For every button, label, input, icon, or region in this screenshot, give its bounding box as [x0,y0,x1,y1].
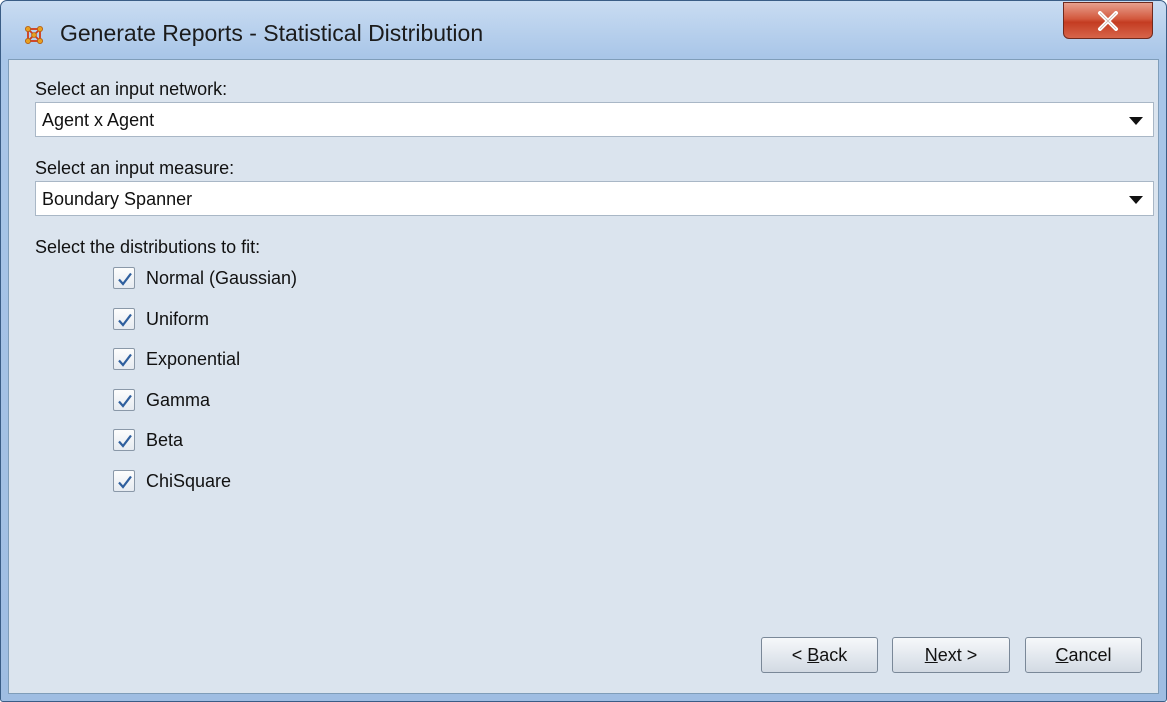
next-button-label: ext > [937,645,978,665]
dialog-window: Generate Reports - Statistical Distribut… [0,0,1167,702]
checkbox-box[interactable] [113,470,135,492]
next-button-mnemonic: N [924,645,938,665]
window-title: Generate Reports - Statistical Distribut… [60,20,484,46]
checkbox-label: Gamma [146,390,211,410]
back-button[interactable]: < Back [761,637,878,673]
measure-label: Select an input measure: [35,158,235,178]
network-select[interactable]: Agent x Agent [35,102,1154,137]
network-label: Select an input network: [35,79,228,99]
back-button-label: ack [819,645,848,665]
distributions-label: Select the distributions to fit: [35,237,261,257]
app-network-icon [24,25,44,45]
back-button-prefix: < [791,645,808,665]
chevron-down-icon[interactable] [1129,196,1143,204]
chevron-down-icon[interactable] [1129,117,1143,125]
checkmark-icon [118,475,132,489]
next-button[interactable]: Next > [892,637,1010,673]
checkbox-box[interactable] [113,267,135,289]
dialog-content: Select an input network: Agent x Agent S… [8,59,1159,694]
network-select-value: Agent x Agent [42,110,155,130]
cancel-button-mnemonic: C [1055,645,1069,665]
checkbox-label: Exponential [146,349,241,369]
close-icon [1098,11,1118,31]
close-button[interactable] [1063,2,1153,39]
back-button-mnemonic: B [807,645,820,665]
checkbox-label: ChiSquare [146,471,232,491]
measure-select-value: Boundary Spanner [42,189,193,209]
checkmark-icon [118,394,132,408]
checkbox-label: Uniform [146,309,210,329]
checkbox-label: Beta [146,430,184,450]
checkbox-box[interactable] [113,429,135,451]
checkmark-icon [118,434,132,448]
checkmark-icon [118,313,132,327]
checkmark-icon [118,272,132,286]
measure-select[interactable]: Boundary Spanner [35,181,1154,216]
cancel-button[interactable]: Cancel [1025,637,1142,673]
checkbox-label: Normal (Gaussian) [146,268,298,288]
checkbox-box[interactable] [113,308,135,330]
cancel-button-label: ancel [1068,645,1112,665]
checkbox-box[interactable] [113,389,135,411]
title-bar[interactable]: Generate Reports - Statistical Distribut… [1,1,1166,59]
checkmark-icon [118,353,132,367]
checkbox-box[interactable] [113,348,135,370]
